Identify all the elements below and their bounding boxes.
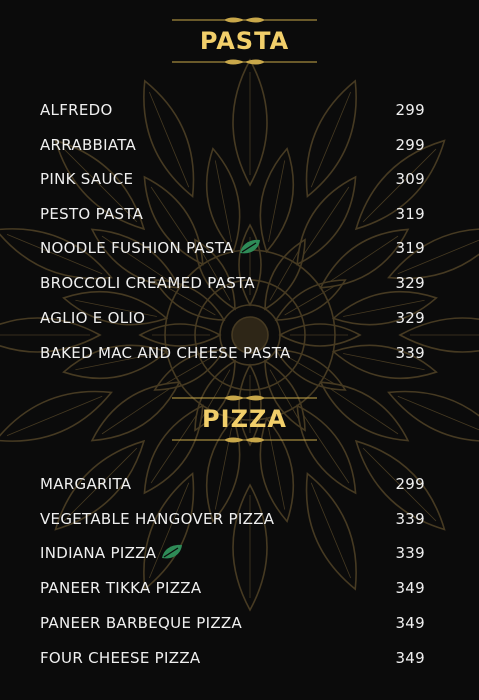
- item-price: 299: [395, 136, 425, 154]
- item-price: 349: [395, 614, 425, 632]
- item-name: ARRABBIATA: [40, 136, 137, 154]
- item-name: AGLIO E OLIO: [40, 309, 146, 327]
- section-title-pasta: PASTA: [199, 27, 290, 55]
- item-price: 299: [395, 101, 425, 119]
- menu-item: PESTO PASTA 319: [40, 203, 425, 225]
- item-price: 339: [395, 544, 425, 562]
- item-price: 349: [395, 579, 425, 597]
- menu-item: ARRABBIATA 299: [40, 134, 425, 156]
- ornament-divider: [172, 437, 317, 443]
- item-price: 339: [395, 344, 425, 362]
- menu-item: MARGARITA 299: [40, 473, 425, 495]
- item-name: PESTO PASTA: [40, 205, 144, 223]
- item-name: PINK SAUCE: [40, 170, 134, 188]
- menu-item: AGLIO E OLIO 329: [40, 307, 425, 329]
- menu-item: INDIANA PIZZA 339: [40, 542, 425, 564]
- item-price: 339: [395, 510, 425, 528]
- item-price: 319: [395, 205, 425, 223]
- menu-item: NOODLE FUSHION PASTA 319: [40, 237, 425, 259]
- menu-item: FOUR CHEESE PIZZA 349: [40, 647, 425, 669]
- menu-item: BAKED MAC AND CHEESE PASTA 339: [40, 342, 425, 364]
- item-name: ALFREDO: [40, 101, 113, 119]
- item-name: PANEER TIKKA PIZZA: [40, 579, 202, 597]
- item-price: 319: [395, 239, 425, 257]
- leaf-icon: [162, 544, 183, 559]
- item-price: 309: [395, 170, 425, 188]
- leaf-icon: [239, 239, 260, 254]
- pizza-header: PIZZA: [172, 394, 317, 444]
- item-price: 299: [395, 475, 425, 493]
- item-name: MARGARITA: [40, 475, 132, 493]
- menu-item: PANEER BARBEQUE PIZZA 349: [40, 612, 425, 634]
- item-price: 329: [395, 274, 425, 292]
- ornament-divider: [172, 395, 317, 401]
- section-title-pizza: PIZZA: [202, 405, 287, 433]
- menu-item: PANEER TIKKA PIZZA 349: [40, 577, 425, 599]
- menu-item: VEGETABLE HANGOVER PIZZA 339: [40, 508, 425, 530]
- item-name: FOUR CHEESE PIZZA: [40, 649, 201, 667]
- menu-item: ALFREDO 299: [40, 99, 425, 121]
- item-name: INDIANA PIZZA: [40, 542, 184, 564]
- item-name: BROCCOLI CREAMED PASTA: [40, 274, 255, 292]
- item-name: NOODLE FUSHION PASTA: [40, 237, 262, 259]
- item-price: 329: [395, 309, 425, 327]
- menu-item: PINK SAUCE 309: [40, 168, 425, 190]
- item-name: PANEER BARBEQUE PIZZA: [40, 614, 243, 632]
- item-name: BAKED MAC AND CHEESE PASTA: [40, 344, 291, 362]
- item-name: VEGETABLE HANGOVER PIZZA: [40, 510, 275, 528]
- ornament-divider: [172, 17, 317, 23]
- menu-item: BROCCOLI CREAMED PASTA 329: [40, 272, 425, 294]
- pasta-header: PASTA: [172, 16, 317, 66]
- ornament-divider: [172, 59, 317, 65]
- item-price: 349: [395, 649, 425, 667]
